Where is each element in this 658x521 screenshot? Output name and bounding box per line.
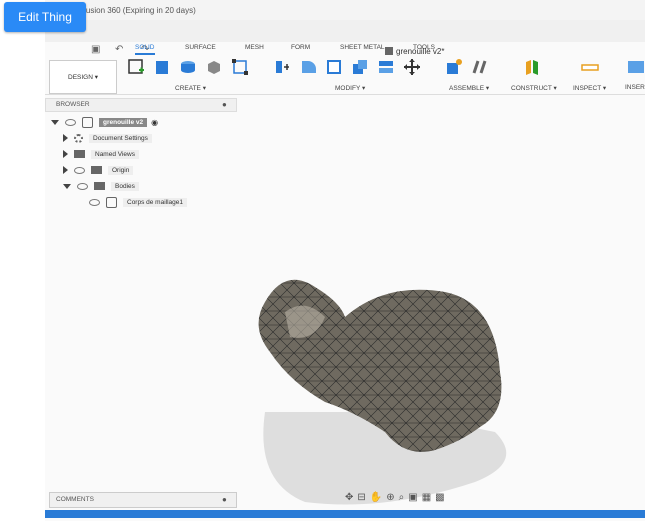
look-at-icon[interactable]: ⊟ [357,492,369,503]
joint-icon[interactable] [471,58,489,76]
orbit-icon[interactable]: ✥ [345,492,357,503]
workspace-switcher[interactable]: DESIGN ▾ [49,60,117,94]
document-icon [82,116,93,128]
mesh-body-icon [106,196,117,208]
browser-title: BROWSER [56,101,90,108]
mesh-model-viewport[interactable] [245,262,555,512]
folder-icon [91,166,102,174]
folder-icon [94,182,105,190]
tab-surface[interactable]: SURFACE [185,44,216,51]
comments-panel[interactable]: COMMENTS ● [49,492,237,508]
eye-icon[interactable] [65,118,76,126]
tab-solid[interactable]: SOLID [135,44,155,55]
press-pull-icon[interactable] [273,58,291,76]
tab-form[interactable]: FORM [291,44,310,51]
item-label: Origin [108,165,134,175]
shell-icon[interactable] [325,58,343,76]
tree-item-document-settings[interactable]: Document Settings [63,132,152,144]
zoom-icon[interactable]: ⊕ [386,492,398,503]
expand-icon[interactable] [63,183,71,189]
eye-icon[interactable] [74,166,85,174]
plane-icon[interactable] [523,58,541,76]
mode-tabs: SOLID SURFACE MESH FORM SHEET METAL TOOL… [125,44,645,56]
tree-item-bodies[interactable]: Bodies [63,180,139,192]
eye-icon[interactable] [77,182,88,190]
gear-icon [74,133,83,143]
solid-box-icon[interactable] [205,58,223,76]
title-bar: Fusion 360 (Expiring in 20 days) [45,0,645,20]
tree-root[interactable]: grenouille v2 ◉ [51,116,158,128]
cylinder-icon[interactable] [179,58,197,76]
item-label: Corps de maillage1 [123,197,188,207]
sketch-icon[interactable] [127,58,145,76]
eye-icon[interactable] [89,198,100,206]
insert-image-icon[interactable] [627,58,645,76]
item-label: Document Settings [89,133,152,143]
tab-tools[interactable]: TOOLS [413,44,435,51]
box-icon[interactable] [153,58,171,76]
comments-label: COMMENTS [56,496,94,503]
fusion-window: Fusion 360 (Expiring in 20 days) ▣ ↶ ↷ g… [45,0,645,521]
tab-mesh[interactable]: MESH [245,44,264,51]
fit-icon[interactable]: ⌕ [399,492,409,503]
radio-icon[interactable]: ◉ [151,118,158,127]
tree-item-mesh-body[interactable]: Corps de maillage1 [89,196,188,208]
ribbon: DESIGN ▾ CREATE ▾ MODIFY ▾ ASSEMBLE ▾ CO… [45,56,645,95]
browser-panel-header[interactable]: BROWSER ● [45,98,237,112]
edit-thing-button[interactable]: Edit Thing [4,2,86,32]
root-label: grenouille v2 [99,117,148,127]
expand-icon[interactable] [51,119,59,125]
navigation-bar: ✥⊟✋⊕⌕▣▦▩ [345,492,449,503]
item-label: Bodies [111,181,139,191]
folder-icon [74,150,85,158]
pan-icon[interactable]: ✋ [370,492,386,503]
move-icon[interactable] [403,58,421,76]
split-icon[interactable] [377,58,395,76]
group-create[interactable]: CREATE ▾ [175,84,206,92]
group-modify[interactable]: MODIFY ▾ [335,84,365,92]
display-settings-icon[interactable]: ▣ [408,492,421,503]
measure-icon[interactable] [581,58,599,76]
pin-icon[interactable]: ● [222,495,227,504]
group-insert[interactable]: INSER [625,84,645,91]
tab-sheet-metal[interactable]: SHEET METAL [340,44,385,51]
group-inspect[interactable]: INSPECT ▾ [573,84,606,92]
tree-item-named-views[interactable]: Named Views [63,148,139,160]
undo-icon[interactable]: ↶ [115,44,123,55]
new-component-icon[interactable] [445,58,463,76]
sketch-grid-icon[interactable] [231,58,249,76]
fillet-icon[interactable] [299,58,317,76]
expand-icon[interactable] [63,134,68,142]
expand-icon[interactable] [63,166,68,174]
item-label: Named Views [91,149,139,159]
tree-item-origin[interactable]: Origin [63,164,134,176]
expand-icon[interactable] [63,150,68,158]
group-construct[interactable]: CONSTRUCT ▾ [511,84,557,92]
viewports-icon[interactable]: ▩ [435,492,448,503]
group-assemble[interactable]: ASSEMBLE ▾ [449,84,489,92]
combine-icon[interactable] [351,58,369,76]
window-title: Fusion 360 (Expiring in 20 days) [81,6,196,15]
toolbar-strip: ▣ ↶ ↷ grenouille v2* [45,20,645,56]
pin-icon[interactable]: ● [222,100,227,109]
grid-settings-icon[interactable]: ▦ [422,492,435,503]
save-icon[interactable]: ▣ [91,44,100,55]
status-bar [45,510,645,518]
